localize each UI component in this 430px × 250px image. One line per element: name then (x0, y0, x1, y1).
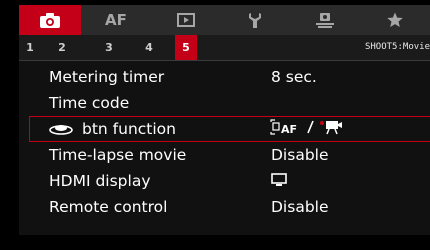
menu-item-label: HDMI display (49, 172, 151, 190)
tab-custom[interactable] (290, 5, 360, 35)
menu-item-label: Time code (49, 94, 130, 112)
menu-item-btn-function[interactable]: btn function AF (29, 116, 430, 142)
sub-tab-bar: 1 2 3 4 5 SHOOT5:Movie (19, 35, 430, 61)
tab-setup[interactable] (221, 5, 291, 35)
af-icon: AF (270, 118, 302, 142)
camera-menu-screen: AF 1 2 3 4 5 SHOOT5:Movie Metering timer… (19, 5, 430, 235)
main-tab-bar: AF (19, 5, 430, 35)
subtab-1[interactable]: 1 (19, 35, 41, 60)
shutter-button-icon (48, 118, 74, 142)
star-icon (387, 12, 403, 28)
menu-item-label: Remote control (49, 198, 168, 216)
menu-item-label: Time-lapse movie (49, 146, 187, 164)
menu-item-value: Disable (271, 146, 329, 164)
menu-item-time-code[interactable]: Time code (19, 90, 430, 116)
menu-item-value: Disable (271, 198, 329, 216)
tab-af[interactable]: AF (81, 5, 151, 35)
menu-item-hdmi-display[interactable]: HDMI display (19, 168, 430, 194)
svg-text:AF: AF (281, 123, 297, 135)
tab-playback[interactable] (151, 5, 221, 35)
playback-icon (176, 13, 195, 27)
menu-item-label: Metering timer (49, 68, 165, 86)
menu-item-metering-timer[interactable]: Metering timer 8 sec. (19, 64, 430, 90)
menu-item-time-lapse-movie[interactable]: Time-lapse movie Disable (19, 142, 430, 168)
wrench-icon (248, 12, 262, 29)
separator-slash-icon (307, 118, 314, 142)
subtab-5[interactable]: 5 (175, 35, 197, 60)
menu-item-value-group: AF (270, 117, 343, 142)
monitor-icon (271, 169, 287, 195)
menu-item-value-group (271, 168, 287, 195)
menu-item-value: 8 sec. (271, 68, 317, 86)
camera-icon (39, 12, 61, 29)
subtab-4[interactable]: 4 (138, 35, 160, 60)
subtab-3[interactable]: 3 (98, 35, 120, 60)
subtab-2[interactable]: 2 (51, 35, 73, 60)
movie-record-icon (319, 118, 343, 142)
tab-af-label: AF (104, 11, 127, 29)
tab-shooting[interactable] (19, 5, 81, 35)
menu-page-title: SHOOT5:Movie (364, 42, 430, 52)
menu-item-label: btn function (82, 120, 176, 138)
menu-item-label-group: btn function (48, 117, 176, 142)
custom-function-icon (315, 12, 335, 29)
tab-my-menu[interactable] (360, 5, 430, 35)
menu-list: Metering timer 8 sec. Time code btn func… (19, 64, 430, 220)
menu-item-remote-control[interactable]: Remote control Disable (19, 194, 430, 220)
